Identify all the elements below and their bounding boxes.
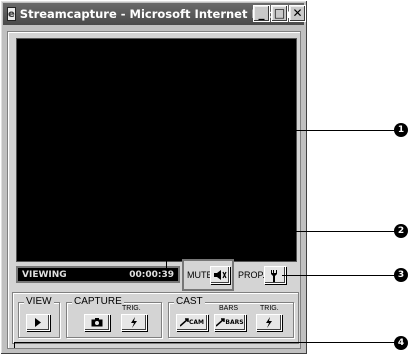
view-group-label: VIEW	[24, 296, 54, 307]
cast-bars-button[interactable]: BARS	[214, 314, 246, 331]
callout-1: 1	[394, 123, 408, 137]
callout-leader-3	[282, 275, 397, 276]
capture-trig-label: TRIG.	[122, 305, 141, 312]
cast-bars-label: BARS	[225, 319, 244, 326]
maximize-button[interactable]: □	[271, 5, 288, 22]
lightning-icon	[131, 317, 137, 328]
capture-trigger-button[interactable]	[121, 314, 147, 331]
close-button[interactable]: ✕	[289, 5, 306, 22]
mute-label: MUTE	[187, 270, 213, 280]
status-display: VIEWING 00:00:39	[16, 266, 180, 283]
cast-group-label: CAST	[174, 296, 205, 307]
cast-cam-icon	[179, 318, 189, 327]
callout-3: 3	[394, 268, 408, 282]
capture-group	[66, 302, 162, 338]
lightning-icon	[266, 317, 272, 328]
tools-icon	[271, 269, 277, 282]
callout-leader-1	[265, 130, 397, 131]
prop-label: PROP.	[238, 270, 265, 280]
minimize-button[interactable]: _	[253, 5, 270, 22]
view-play-button[interactable]	[26, 314, 50, 331]
cast-trig-label: TRIG.	[260, 305, 279, 312]
callout-leader-2a	[166, 231, 167, 268]
cast-trigger-button[interactable]	[256, 314, 282, 331]
capture-group-label: CAPTURE	[72, 296, 124, 307]
callout-4: 4	[394, 336, 408, 350]
callout-leader-4b	[14, 342, 397, 343]
callout-2: 2	[394, 224, 408, 238]
play-icon	[35, 318, 41, 327]
speaker-mute-icon	[214, 270, 227, 280]
capture-camera-button[interactable]	[84, 314, 110, 331]
cast-bars-icon	[216, 318, 226, 327]
cast-camera-button[interactable]: CAM	[176, 314, 208, 331]
video-display	[16, 38, 297, 262]
cast-bars-top-label: BARS	[219, 305, 239, 312]
camera-icon	[91, 318, 103, 327]
status-mode: VIEWING	[22, 269, 67, 280]
callout-leader-2b	[166, 231, 397, 232]
status-time: 00:00:39	[129, 269, 174, 280]
ie-icon: e	[7, 7, 16, 21]
mute-button[interactable]	[210, 266, 230, 284]
cast-cam-label: CAM	[188, 319, 205, 326]
